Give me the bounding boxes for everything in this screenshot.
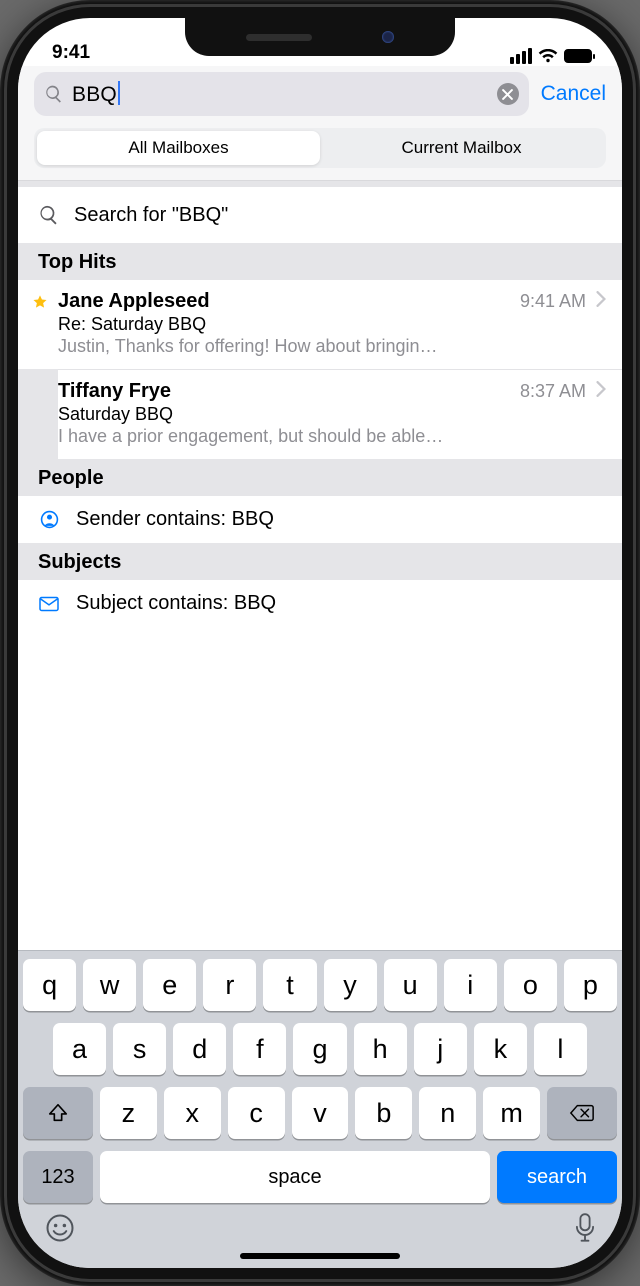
device-frame: 9:41 BBQ Cancel All Mailboxes [0,0,640,1286]
results-list: Search for "BBQ" Top Hits Jane Appleseed… [18,181,622,627]
shift-icon [47,1102,69,1124]
search-for-label: Search for "BBQ" [74,204,228,227]
key-r[interactable]: r [203,959,256,1011]
search-for-row[interactable]: Search for "BBQ" [18,187,622,243]
mail-row[interactable]: Jane Appleseed 9:41 AM Re: Saturday BBQ … [18,280,622,369]
key-row-4: 123 space search [23,1151,617,1203]
star-icon [30,294,50,315]
speaker [246,34,312,41]
front-camera [382,31,394,43]
notch [185,18,455,56]
segment-all-mailboxes[interactable]: All Mailboxes [37,131,320,165]
key-g[interactable]: g [293,1023,346,1075]
key-i[interactable]: i [444,959,497,1011]
key-x[interactable]: x [164,1087,221,1139]
key-e[interactable]: e [143,959,196,1011]
key-s[interactable]: s [113,1023,166,1075]
keyboard-bottom-bar [23,1209,617,1248]
key-y[interactable]: y [324,959,377,1011]
key-row-2: a s d f g h j k l [23,1023,617,1075]
search-input-text: BBQ [72,81,489,107]
key-p[interactable]: p [564,959,617,1011]
status-icons [510,48,592,64]
mail-time: 8:37 AM [520,381,586,402]
chevron-right-icon [596,381,606,397]
clear-search-button[interactable] [497,83,519,105]
key-c[interactable]: c [228,1087,285,1139]
people-suggestion-label: Sender contains: BBQ [76,508,274,531]
key-h[interactable]: h [354,1023,407,1075]
key-l[interactable]: l [534,1023,587,1075]
key-row-1: q w e r t y u i o p [23,959,617,1011]
key-q[interactable]: q [23,959,76,1011]
key-a[interactable]: a [53,1023,106,1075]
key-n[interactable]: n [419,1087,476,1139]
key-k[interactable]: k [474,1023,527,1075]
backspace-icon [569,1103,595,1123]
segment-current-mailbox[interactable]: Current Mailbox [320,131,603,165]
key-row-3: z x c v b n m [23,1087,617,1139]
person-icon [38,510,60,529]
key-f[interactable]: f [233,1023,286,1075]
mail-preview: I have a prior engagement, but should be… [58,426,606,447]
search-icon [44,84,64,104]
search-icon [38,204,60,226]
key-j[interactable]: j [414,1023,467,1075]
search-header: BBQ Cancel All Mailboxes Current Mailbox [18,66,622,181]
mail-from: Tiffany Frye [58,380,510,403]
mail-subject: Re: Saturday BBQ [58,314,606,335]
space-key[interactable]: space [100,1151,490,1203]
keyboard: q w e r t y u i o p a s d f g h j k l [18,950,622,1268]
emoji-key[interactable] [45,1213,75,1248]
search-action-key[interactable]: search [497,1151,617,1203]
emoji-icon [45,1213,75,1243]
key-v[interactable]: v [292,1087,349,1139]
dictation-key[interactable] [575,1213,595,1248]
cellular-icon [510,48,532,64]
key-u[interactable]: u [384,959,437,1011]
key-w[interactable]: w [83,959,136,1011]
search-field[interactable]: BBQ [34,72,529,116]
mail-from: Jane Appleseed [58,290,510,313]
section-people: People [18,459,622,496]
mail-preview: Justin, Thanks for offering! How about b… [58,336,606,357]
shift-key[interactable] [23,1087,93,1139]
numbers-key[interactable]: 123 [23,1151,93,1203]
people-suggestion-row[interactable]: Sender contains: BBQ [18,496,622,543]
key-t[interactable]: t [263,959,316,1011]
envelope-icon [38,596,60,612]
mail-row[interactable]: Tiffany Frye 8:37 AM Saturday BBQ I have… [58,369,622,459]
cancel-button[interactable]: Cancel [541,82,606,106]
close-icon [502,89,513,100]
section-subjects: Subjects [18,543,622,580]
section-top-hits: Top Hits [18,243,622,280]
key-m[interactable]: m [483,1087,540,1139]
backspace-key[interactable] [547,1087,617,1139]
key-d[interactable]: d [173,1023,226,1075]
mailbox-scope-segmented[interactable]: All Mailboxes Current Mailbox [34,128,606,168]
chevron-right-icon [596,291,606,307]
mail-subject: Saturday BBQ [58,404,606,425]
home-indicator[interactable] [240,1253,400,1259]
status-time: 9:41 [52,42,90,64]
mail-time: 9:41 AM [520,291,586,312]
subject-suggestion-row[interactable]: Subject contains: BBQ [18,580,622,627]
key-b[interactable]: b [355,1087,412,1139]
wifi-icon [538,49,558,63]
subject-suggestion-label: Subject contains: BBQ [76,592,276,615]
battery-icon [564,49,592,63]
key-z[interactable]: z [100,1087,157,1139]
mic-icon [575,1213,595,1243]
key-o[interactable]: o [504,959,557,1011]
screen: 9:41 BBQ Cancel All Mailboxes [18,18,622,1268]
